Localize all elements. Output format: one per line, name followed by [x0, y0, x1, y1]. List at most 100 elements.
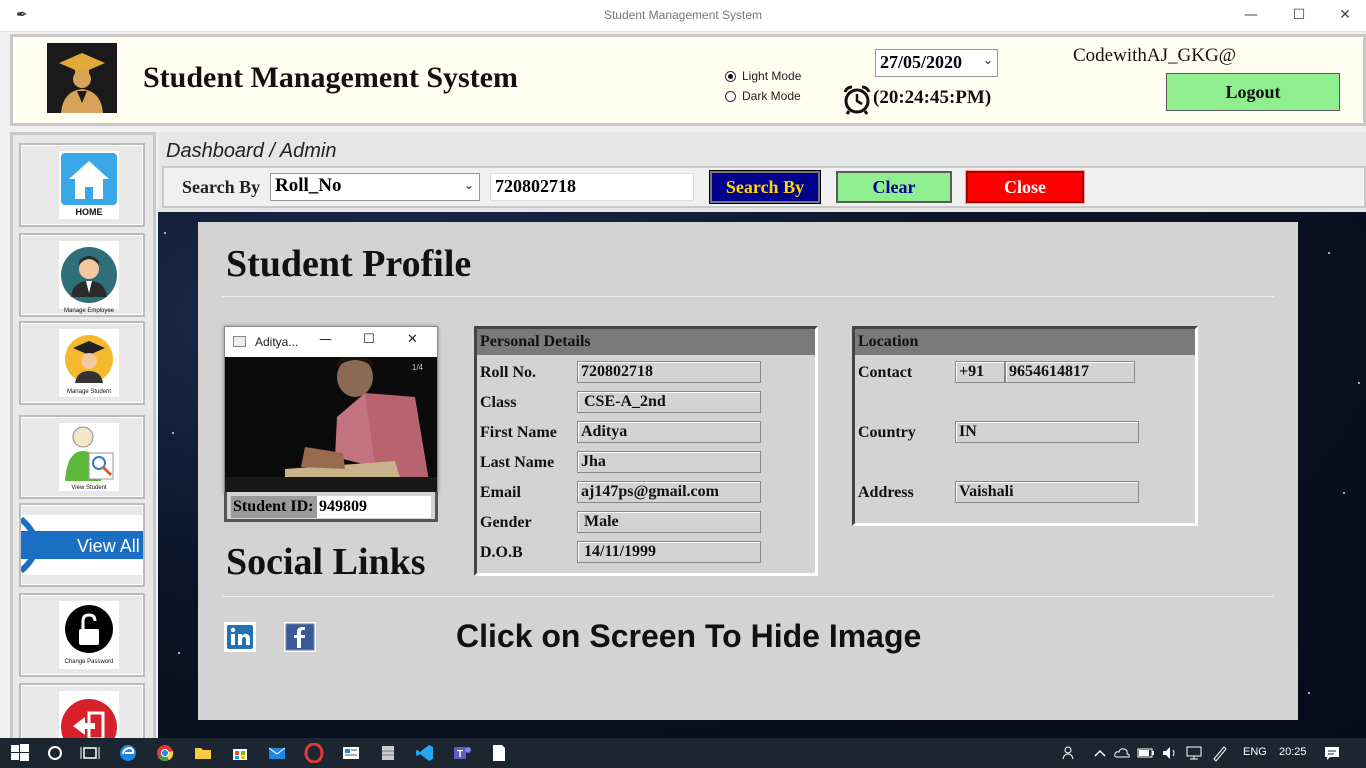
maximize-button[interactable]: ☐ [1276, 0, 1322, 32]
news-icon[interactable] [341, 743, 361, 763]
date-select[interactable]: 27/05/2020 ⌄ [875, 49, 998, 77]
photo-close-button[interactable]: ✕ [407, 332, 418, 347]
dob-value: 14/11/1999 [577, 541, 761, 563]
photo-window-title: Aditya... [255, 335, 299, 349]
store-icon[interactable] [230, 743, 250, 763]
address-value: Vaishali [955, 481, 1139, 503]
search-button[interactable]: Search By [709, 170, 821, 204]
student-profile-panel[interactable]: Student Profile Aditya... — ☐ ✕ 1/4 Stud… [198, 222, 1298, 720]
email-value: aj147ps@gmail.com [577, 481, 761, 503]
class-label: Class [480, 394, 517, 411]
language-indicator[interactable]: ENG [1243, 746, 1267, 758]
file-explorer-icon[interactable] [193, 743, 213, 763]
search-field-value: Roll_No [275, 175, 342, 196]
clock-time: (20:24:45:PM) [873, 87, 992, 108]
student-id-label: Student ID: [231, 496, 317, 518]
search-bar: Search By Roll_No ⌄ 720802718 Search By … [162, 166, 1366, 208]
photo-maximize-button[interactable]: ☐ [363, 332, 375, 347]
dark-mode-option[interactable]: Dark Mode [725, 89, 801, 103]
search-field-select[interactable]: Roll_No ⌄ [270, 173, 480, 201]
people-icon[interactable] [1060, 743, 1080, 763]
logout-button[interactable]: Logout [1166, 73, 1340, 111]
dob-label: D.O.B [480, 544, 523, 561]
first-name-label: First Name [480, 424, 557, 441]
photo-minimize-button[interactable]: — [319, 332, 332, 347]
personal-details-heading: Personal Details [477, 329, 815, 355]
location-box: Location Contact +91 9654614817 Country … [852, 326, 1198, 526]
windows-start-icon[interactable] [10, 743, 30, 763]
light-mode-option[interactable]: Light Mode [725, 69, 801, 83]
volume-icon[interactable] [1160, 743, 1180, 763]
search-circle-icon[interactable] [45, 743, 65, 763]
teams-icon[interactable]: T [452, 743, 472, 763]
student-id-value: 949809 [317, 496, 431, 518]
facebook-icon[interactable] [284, 622, 316, 652]
cloud-icon[interactable] [1112, 743, 1132, 763]
light-mode-radio[interactable] [725, 70, 736, 82]
main-content: Dashboard / Admin Search By Roll_No ⌄ 72… [158, 132, 1366, 742]
personal-details-box: Personal Details Roll No. 720802718 Clas… [474, 326, 818, 576]
edge-icon[interactable] [118, 743, 138, 763]
opera-icon[interactable] [304, 742, 324, 764]
photo-window[interactable]: Aditya... — ☐ ✕ 1/4 [224, 326, 438, 494]
close-window-button[interactable]: ✕ [1322, 0, 1366, 32]
class-value: CSE-A_2nd [577, 391, 761, 413]
linkedin-icon[interactable] [224, 622, 256, 652]
task-view-icon[interactable] [80, 743, 100, 763]
country-label: Country [858, 424, 916, 441]
vscode-icon[interactable] [415, 743, 435, 763]
hide-image-hint: Click on Screen To Hide Image [456, 618, 922, 654]
taskbar-clock[interactable]: 20:25 [1279, 746, 1307, 758]
light-mode-label: Light Mode [742, 69, 802, 83]
country-value: IN [955, 421, 1139, 443]
dark-mode-label: Dark Mode [742, 89, 801, 103]
svg-text:T: T [457, 749, 463, 760]
pen-icon[interactable] [1210, 743, 1230, 763]
sidebar: HOME Manage Employee Manage Student View… [10, 132, 156, 742]
battery-icon[interactable] [1136, 743, 1156, 763]
graduate-logo-icon [47, 43, 117, 113]
minimize-button[interactable]: — [1228, 0, 1274, 32]
sidebar-item-manage-employee[interactable]: Manage Employee [19, 233, 145, 317]
image-viewer-icon [233, 336, 246, 347]
sidebar-item-home-label: HOME [76, 207, 103, 217]
window-titlebar: ✒ Student Management System — ☐ ✕ [0, 0, 1366, 32]
clear-button[interactable]: Clear [836, 171, 952, 203]
network-icon[interactable] [1184, 743, 1204, 763]
lock-icon: Change Password [59, 601, 119, 669]
roll-no-label: Roll No. [480, 364, 536, 381]
student-photo[interactable]: 1/4 [225, 357, 437, 493]
student-id-box: Student ID: 949809 [224, 492, 438, 522]
first-name-value: Aditya [577, 421, 761, 443]
top-strip: Dashboard / Admin Search By Roll_No ⌄ 72… [158, 132, 1366, 212]
sidebar-item-view-student[interactable]: View Student [19, 415, 145, 499]
view-student-icon: View Student [59, 423, 119, 491]
sidebar-item-change-password[interactable]: Change Password [19, 593, 145, 677]
sidebar-item-exit[interactable] [19, 683, 145, 739]
profile-title: Student Profile [226, 243, 472, 285]
view-all-icon: View All [21, 515, 143, 575]
sidebar-item-student-label: Manage Student [67, 389, 111, 395]
database-icon[interactable] [378, 743, 398, 763]
username: CodewithAJ_GKG@ [1073, 45, 1237, 66]
app-window-icon[interactable] [489, 743, 509, 763]
search-input[interactable]: 720802718 [490, 173, 694, 201]
last-name-label: Last Name [480, 454, 555, 471]
sidebar-item-view-all[interactable]: View All [19, 503, 145, 587]
sidebar-item-manage-student[interactable]: Manage Student [19, 321, 145, 405]
contact-label: Contact [858, 364, 913, 381]
roll-no-value: 720802718 [577, 361, 761, 383]
location-heading: Location [855, 329, 1195, 355]
close-button[interactable]: Close [965, 170, 1085, 204]
sidebar-item-home[interactable]: HOME [19, 143, 145, 227]
chrome-icon[interactable] [155, 743, 175, 763]
notification-icon[interactable] [1322, 743, 1342, 763]
phone-value: 9654614817 [1005, 361, 1135, 383]
gender-label: Gender [480, 514, 532, 531]
mail-icon[interactable] [267, 743, 287, 763]
date-value: 27/05/2020 [880, 52, 963, 72]
dark-mode-radio[interactable] [725, 90, 736, 102]
chevron-up-icon[interactable] [1090, 743, 1110, 763]
photo-counter: 1/4 [411, 363, 423, 372]
photo-window-titlebar: Aditya... — ☐ ✕ [225, 327, 437, 357]
